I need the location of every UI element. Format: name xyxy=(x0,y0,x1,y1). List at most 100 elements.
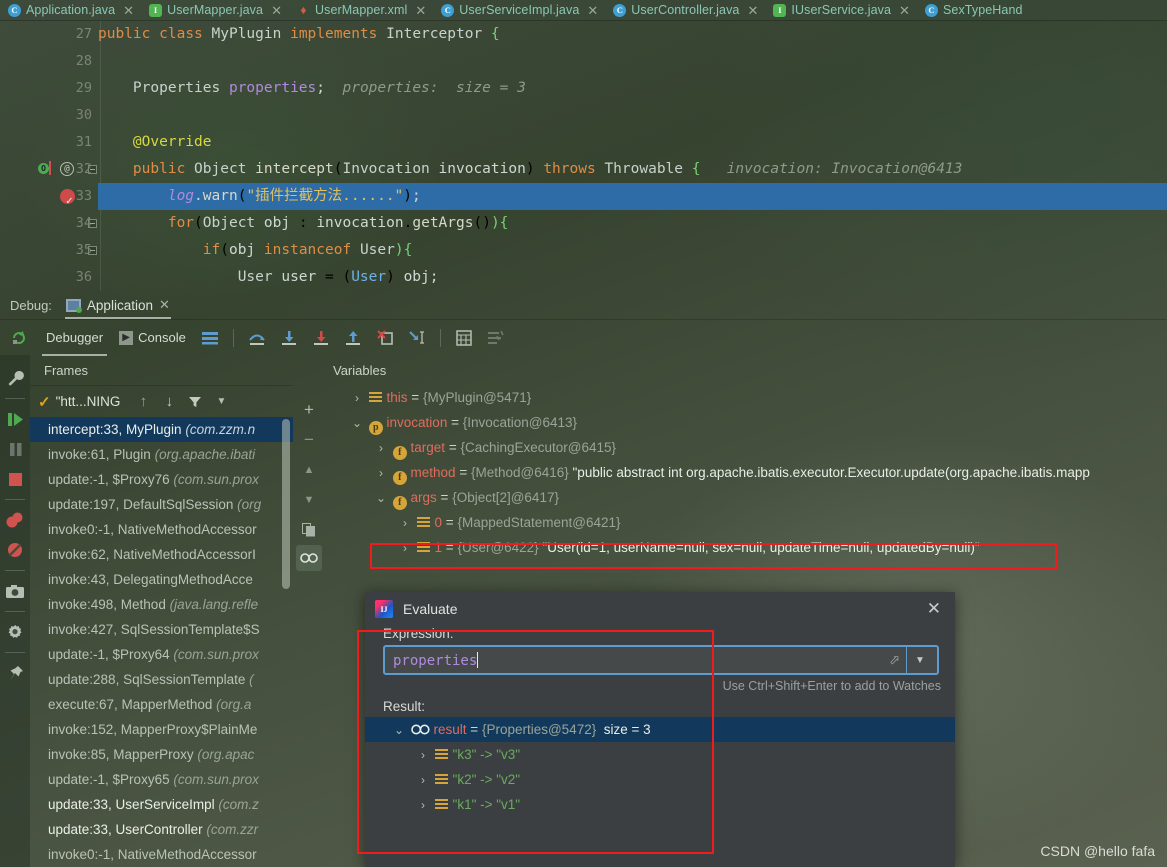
frames-list[interactable]: intercept:33, MyPlugin (com.zzm.n invoke… xyxy=(30,417,293,867)
result-entry-row[interactable]: › "k3" -> "v3" xyxy=(365,742,955,767)
move-down-icon[interactable]: ▼ xyxy=(297,485,321,515)
editor-tab-1[interactable]: I UserMapper.java ✕ xyxy=(141,0,289,20)
close-tab-icon[interactable]: ✕ xyxy=(268,4,285,17)
step-over-icon[interactable] xyxy=(241,323,273,353)
arrow-down-icon[interactable]: ↓ xyxy=(156,390,182,414)
variable-row-target[interactable]: › f target = {CachingExecutor@6415} xyxy=(323,435,1167,460)
wrench-icon[interactable] xyxy=(2,363,28,393)
close-icon[interactable]: ✕ xyxy=(923,599,945,619)
view-breakpoints-icon[interactable] xyxy=(2,505,28,535)
mute-breakpoints-icon[interactable] xyxy=(2,535,28,565)
result-row[interactable]: ⌄ result = {Properties@5472} size = 3 xyxy=(365,717,955,742)
filter-icon[interactable] xyxy=(182,390,208,414)
expand-chevron-icon[interactable]: › xyxy=(415,768,431,793)
frame-row-15[interactable]: update:33, UserServiceImpl (com.z xyxy=(30,792,293,817)
expand-chevron-icon[interactable]: › xyxy=(349,386,365,411)
annotation-icon[interactable]: @ xyxy=(60,162,74,176)
variable-row-method[interactable]: › f method = {Method@6416} "public abstr… xyxy=(323,460,1167,485)
variable-row-invocation[interactable]: ⌄ p invocation = {Invocation@6413} xyxy=(323,410,1167,435)
move-up-icon[interactable]: ▲ xyxy=(297,455,321,485)
tab-debugger[interactable]: Debugger xyxy=(38,323,111,356)
frame-row-1[interactable]: invoke:61, Plugin (org.apache.ibati xyxy=(30,442,293,467)
close-tab-icon[interactable]: ✕ xyxy=(896,4,913,17)
rerun-icon[interactable] xyxy=(0,323,38,353)
code-fold-icon[interactable] xyxy=(88,246,97,255)
settings-gear-icon[interactable] xyxy=(2,617,28,647)
frames-scrollbar[interactable] xyxy=(282,419,290,589)
close-tab-icon[interactable]: ✕ xyxy=(412,4,429,17)
force-step-into-icon[interactable] xyxy=(305,323,337,353)
gutter-icons[interactable] xyxy=(28,210,98,237)
close-tab-icon[interactable]: ✕ xyxy=(584,4,601,17)
overriding-method-icon[interactable]: O xyxy=(38,163,49,174)
frame-row-16[interactable]: update:33, UserController (com.zzr xyxy=(30,817,293,842)
step-into-icon[interactable] xyxy=(273,323,305,353)
expand-chevron-icon[interactable]: › xyxy=(373,461,389,486)
editor-tab-2[interactable]: ♦ UserMapper.xml ✕ xyxy=(289,0,433,20)
stop-icon[interactable] xyxy=(2,464,28,494)
frame-row-7[interactable]: invoke:498, Method (java.lang.refle xyxy=(30,592,293,617)
copy-icon[interactable] xyxy=(297,515,321,545)
frame-row-13[interactable]: invoke:85, MapperProxy (org.apac xyxy=(30,742,293,767)
variable-row-this[interactable]: › this = {MyPlugin@5471} xyxy=(323,385,1167,410)
chevron-down-icon[interactable]: ▼ xyxy=(208,390,234,414)
editor-tab-3[interactable]: C UserServiceImpl.java ✕ xyxy=(433,0,605,20)
drop-frame-icon[interactable] xyxy=(369,323,401,353)
code-fold-icon[interactable] xyxy=(88,219,97,228)
frame-row-2[interactable]: update:-1, $Proxy76 (com.sun.prox xyxy=(30,467,293,492)
editor-tab-5[interactable]: I IUserService.java ✕ xyxy=(765,0,917,20)
evaluate-expression-icon[interactable] xyxy=(448,323,480,353)
step-out-icon[interactable] xyxy=(337,323,369,353)
code-fold-icon[interactable] xyxy=(88,165,97,174)
add-watch-icon[interactable]: + xyxy=(297,395,321,425)
pin-icon[interactable] xyxy=(2,658,28,688)
tab-console[interactable]: ▶ Console xyxy=(111,323,194,353)
expand-editor-icon[interactable]: ⬀ xyxy=(883,652,906,668)
expand-chevron-icon[interactable]: › xyxy=(415,793,431,818)
close-session-icon[interactable]: ✕ xyxy=(159,297,170,313)
expand-chevron-icon[interactable]: › xyxy=(397,536,413,561)
frame-row-12[interactable]: invoke:152, MapperProxy$PlainMe xyxy=(30,717,293,742)
frame-row-8[interactable]: invoke:427, SqlSessionTemplate$S xyxy=(30,617,293,642)
editor-tab-4[interactable]: C UserController.java ✕ xyxy=(605,0,765,20)
thread-selector[interactable]: "htt...NING xyxy=(56,394,121,409)
expression-input[interactable]: properties ⬀ ▼ xyxy=(383,645,939,675)
frame-row-17[interactable]: invoke0:-1, NativeMethodAccessor xyxy=(30,842,293,867)
gutter-icons[interactable] xyxy=(28,237,98,264)
close-tab-icon[interactable]: ✕ xyxy=(744,4,761,17)
result-entry-row[interactable]: › "k2" -> "v2" xyxy=(365,767,955,792)
variable-row-args[interactable]: ⌄ f args = {Object[2]@6417} xyxy=(323,485,1167,510)
layout-settings-icon[interactable] xyxy=(194,323,226,353)
collapse-chevron-icon[interactable]: ⌄ xyxy=(391,718,407,743)
expand-chevron-icon[interactable]: › xyxy=(415,743,431,768)
resume-program-icon[interactable] xyxy=(2,404,28,434)
remove-watch-icon[interactable]: − xyxy=(297,425,321,455)
expand-chevron-icon[interactable]: › xyxy=(397,511,413,536)
variable-row-args-0[interactable]: › 0 = {MappedStatement@6421} xyxy=(323,510,1167,535)
frame-row-4[interactable]: invoke0:-1, NativeMethodAccessor xyxy=(30,517,293,542)
frame-row-14[interactable]: update:-1, $Proxy65 (com.sun.prox xyxy=(30,767,293,792)
run-to-cursor-icon[interactable] xyxy=(401,323,433,353)
gutter-icons[interactable]: O @ xyxy=(28,156,98,183)
frame-row-9[interactable]: update:-1, $Proxy64 (com.sun.prox xyxy=(30,642,293,667)
frame-row-11[interactable]: execute:67, MapperMethod (org.a xyxy=(30,692,293,717)
close-tab-icon[interactable]: ✕ xyxy=(120,4,137,17)
editor-tab-0[interactable]: C Application.java ✕ xyxy=(0,0,141,20)
expand-chevron-icon[interactable]: › xyxy=(373,436,389,461)
frame-row-6[interactable]: invoke:43, DelegatingMethodAcce xyxy=(30,567,293,592)
editor-tab-6[interactable]: C SexTypeHand xyxy=(917,0,1027,20)
settings-icon[interactable] xyxy=(480,323,512,353)
result-tree[interactable]: ⌄ result = {Properties@5472} size = 3 › … xyxy=(365,717,955,817)
camera-icon[interactable] xyxy=(2,576,28,606)
inspect-icon[interactable] xyxy=(296,545,322,571)
frame-row-5[interactable]: invoke:62, NativeMethodAccessorI xyxy=(30,542,293,567)
code-editor[interactable]: 27 public class MyPlugin implements Inte… xyxy=(0,21,1167,291)
arrow-up-icon[interactable]: ↑ xyxy=(130,390,156,414)
gutter-icons[interactable]: ✓ xyxy=(28,183,98,210)
result-entry-row[interactable]: › "k1" -> "v1" xyxy=(365,792,955,817)
pause-program-icon[interactable] xyxy=(2,434,28,464)
variable-row-args-1[interactable]: › 1 = {User@6422} "User(id=1, userName=n… xyxy=(323,535,1167,560)
frame-row-3[interactable]: update:197, DefaultSqlSession (org xyxy=(30,492,293,517)
frame-row-0[interactable]: intercept:33, MyPlugin (com.zzm.n xyxy=(30,417,293,442)
collapse-chevron-icon[interactable]: ⌄ xyxy=(349,411,365,436)
